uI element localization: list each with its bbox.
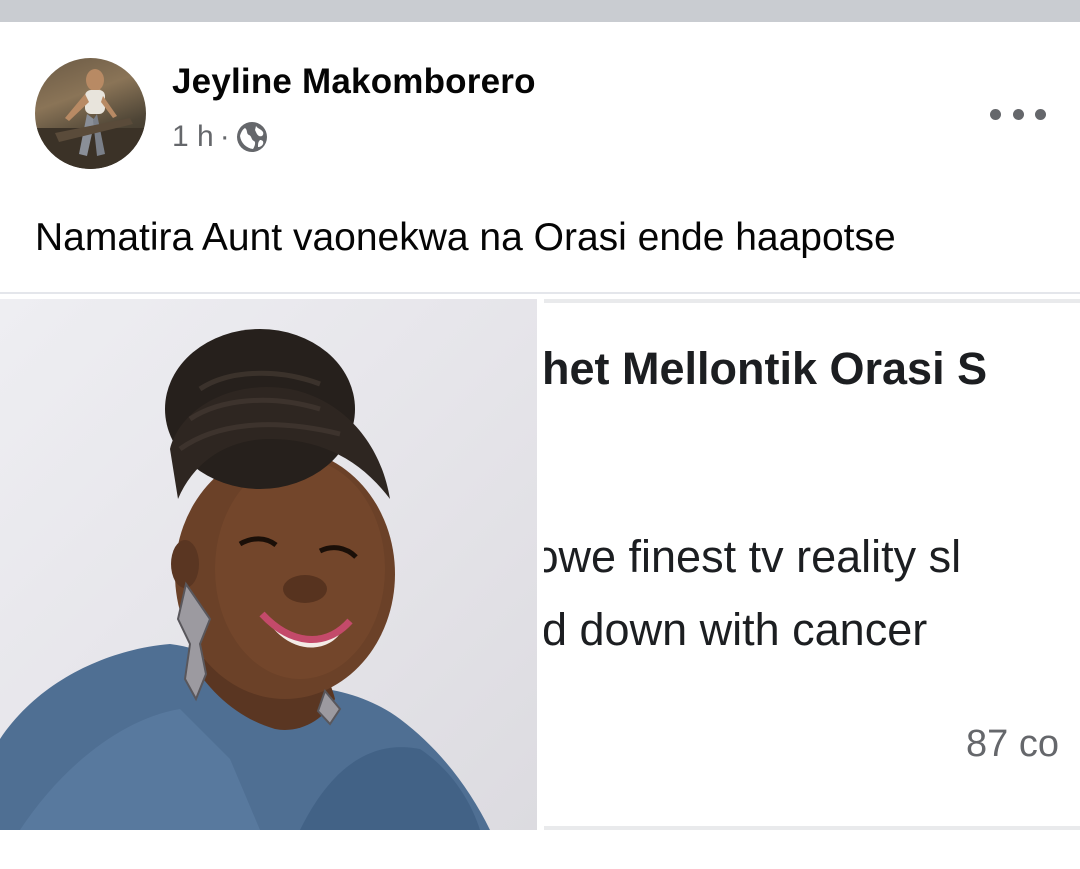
post-card: Jeyline Makomborero 1 h · Namatira Aunt … (0, 22, 1080, 869)
screenshot-title: het Mellontik Orasi S (544, 343, 988, 394)
woman-portrait-image (0, 329, 490, 830)
post-text: Namatira Aunt vaonekwa na Orasi ende haa… (35, 216, 896, 259)
ellipsis-icon-dot (1035, 108, 1046, 120)
post-photo-right[interactable]: het Mellontik Orasi S ɔwe finest tv real… (544, 299, 1080, 830)
ellipsis-icon-dot (990, 108, 1001, 120)
card-bottom (0, 830, 1080, 869)
divider (0, 292, 1080, 294)
photo-gap (537, 299, 544, 830)
author-avatar[interactable] (35, 58, 146, 169)
globe-icon[interactable] (236, 121, 268, 153)
ellipsis-icon-dot (1012, 108, 1024, 120)
screenshot-text-line: ɔwe finest tv reality sl (544, 531, 962, 582)
meta-separator: · (219, 120, 230, 153)
author-name[interactable]: Jeyline Makomborero (172, 62, 536, 102)
post-meta: 1 h · (172, 120, 268, 154)
screenshot-comment-count: 87 co (966, 723, 1059, 765)
avatar-photo (35, 69, 146, 169)
top-band (0, 0, 1080, 22)
post-photo-left[interactable] (0, 299, 537, 830)
post-time[interactable]: 1 h (172, 120, 214, 154)
screenshot-frame-top (544, 299, 1080, 303)
more-options-button[interactable] (990, 102, 1046, 126)
screenshot-text-line: d down with cancer (544, 604, 928, 655)
